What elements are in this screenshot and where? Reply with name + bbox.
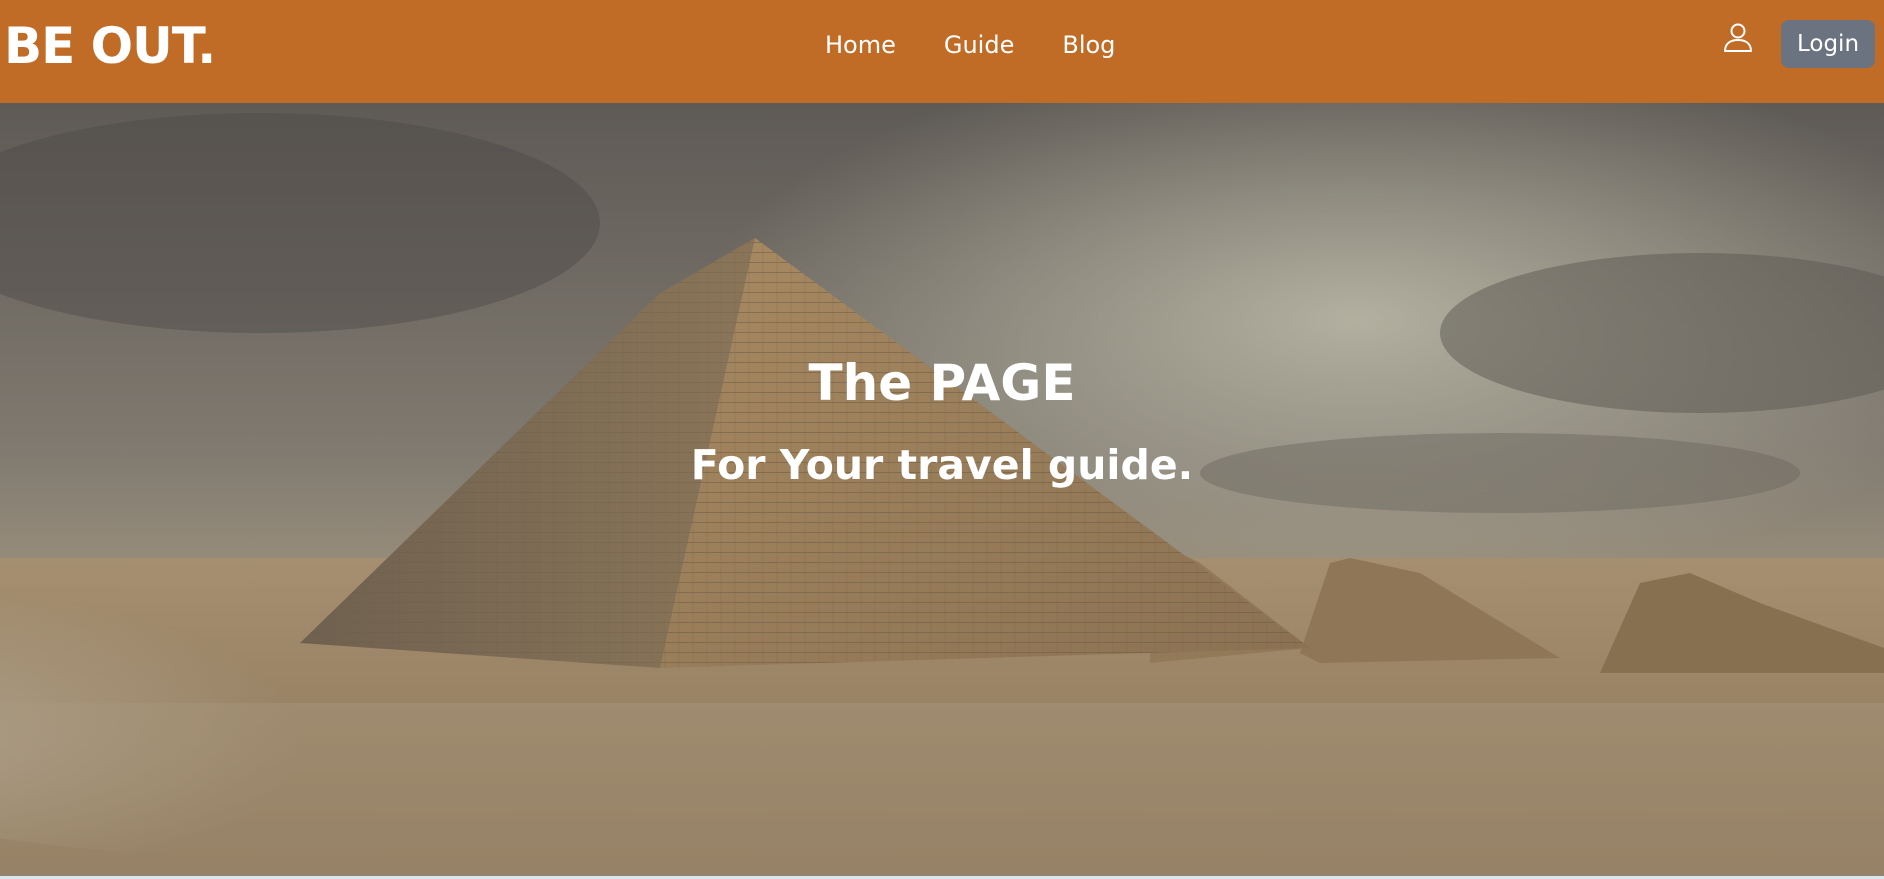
nav-link-blog[interactable]: Blog [1062,28,1115,62]
user-icon[interactable] [1722,22,1754,54]
hero-subtitle: For Your travel guide. [690,441,1194,489]
nav-link-home[interactable]: Home [825,28,896,62]
nav-link-guide[interactable]: Guide [944,28,1014,62]
login-button[interactable]: Login [1781,20,1875,68]
hero-title: The PAGE [808,354,1076,412]
main-nav: Home Guide Blog [825,28,1115,62]
hero-banner: The PAGE For Your travel guide. [0,103,1884,876]
navbar: BE OUT. Home Guide Blog Login [0,0,1884,103]
brand-logo[interactable]: BE OUT. [4,14,216,78]
